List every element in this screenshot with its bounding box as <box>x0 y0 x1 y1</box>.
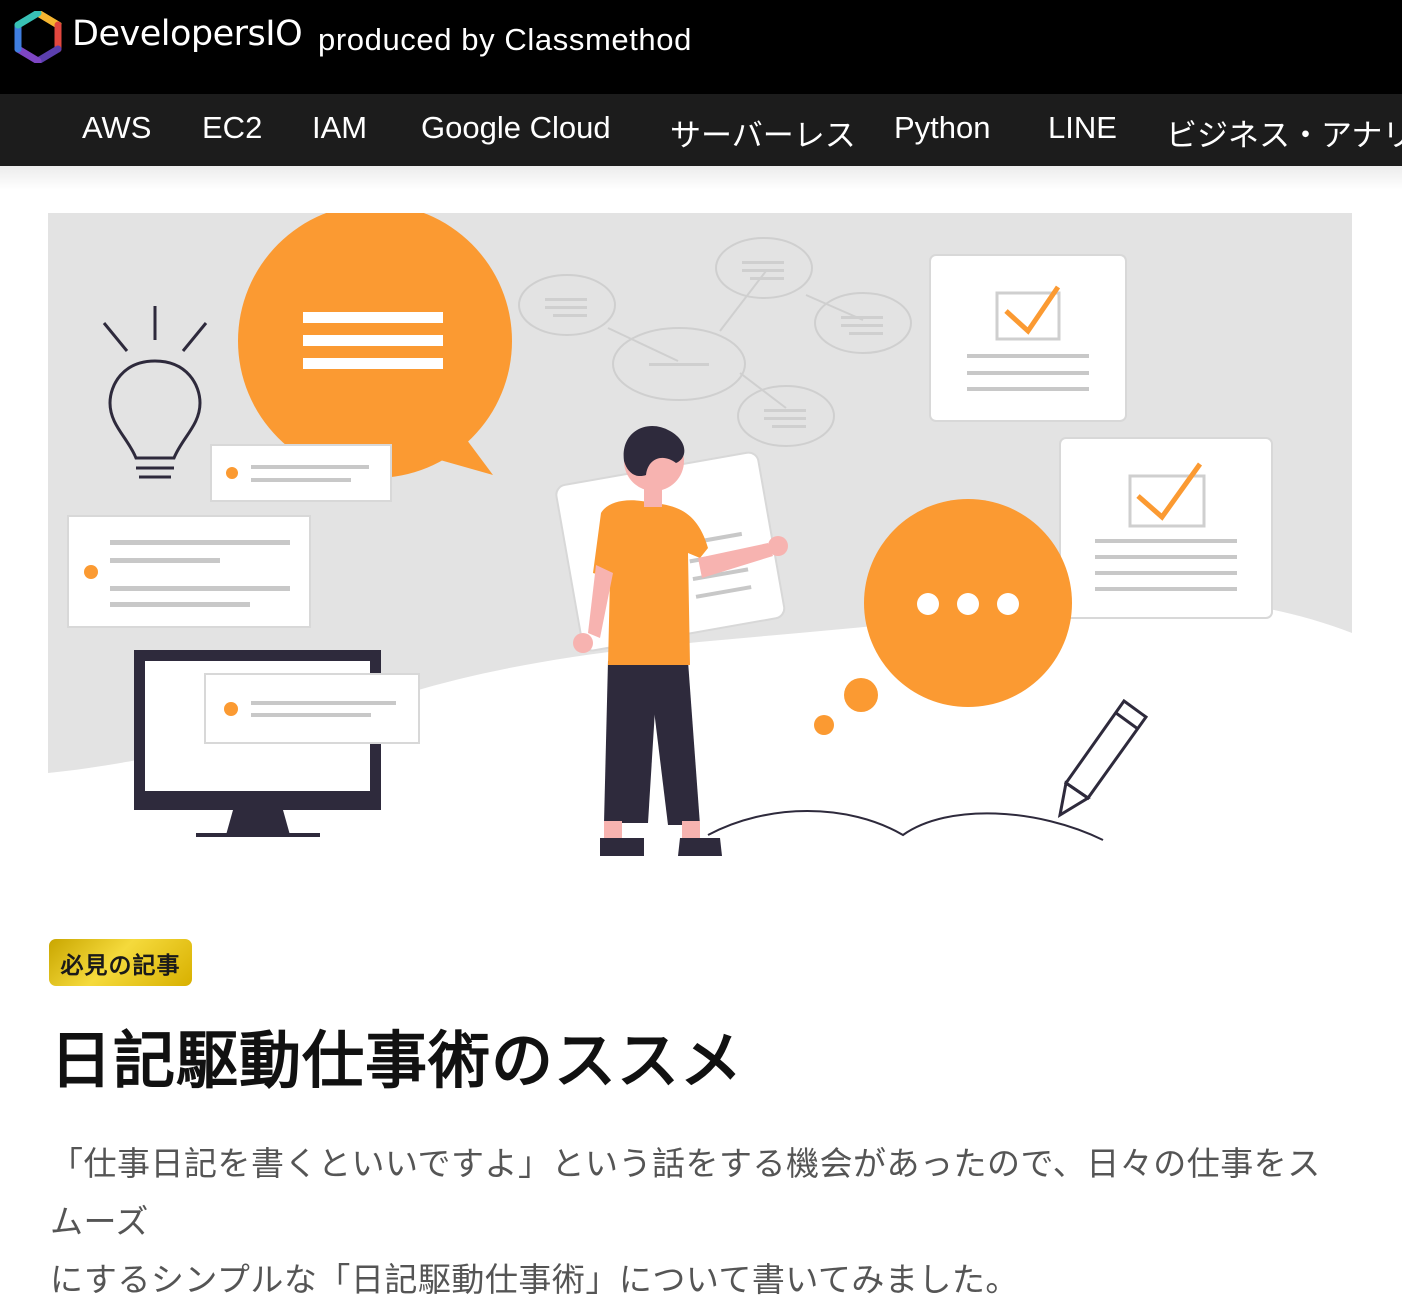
checklist-card-icon <box>929 254 1127 422</box>
site-header: DevelopersIO produced by Classmethod <box>0 0 1402 94</box>
hero-illustration <box>48 213 1352 856</box>
article-lead-line: 「仕事日記を書くといいですよ」という話をする機会があったので、日々の仕事をスムー… <box>50 1144 1321 1241</box>
header-tagline: produced by Classmethod <box>318 22 692 57</box>
checklist-card-icon <box>1059 437 1273 619</box>
nav-item-serverless[interactable]: サーバーレス <box>670 110 856 155</box>
note-card-icon <box>67 515 311 628</box>
developersio-logo-icon[interactable] <box>14 11 62 63</box>
nav-item-aws[interactable]: AWS <box>82 110 151 146</box>
nav-item-business-analytics[interactable]: ビジネス・アナリテ <box>1166 110 1402 155</box>
monitor-icon <box>134 650 420 837</box>
note-card-icon <box>210 444 392 502</box>
article-lead: 「仕事日記を書くといいですよ」という話をする機会があったので、日々の仕事をスムー… <box>50 1135 1350 1309</box>
brand-name[interactable]: DevelopersIO <box>72 14 303 54</box>
speech-bubble-icon <box>238 213 512 478</box>
category-nav: AWS EC2 IAM Google Cloud サーバーレス Python L… <box>0 94 1402 166</box>
nav-item-line[interactable]: LINE <box>1048 110 1117 146</box>
pencil-icon <box>1057 698 1149 819</box>
nav-shadow <box>0 166 1402 190</box>
article-lead-line: にするシンプルな「日記駆動仕事術」について書いてみました。 <box>50 1260 1019 1299</box>
nav-item-ec2[interactable]: EC2 <box>202 110 262 146</box>
nav-item-iam[interactable]: IAM <box>312 110 367 146</box>
must-read-badge: 必見の記事 <box>49 939 192 986</box>
person-illustration-icon <box>555 425 788 856</box>
article-title[interactable]: 日記駆動仕事術のススメ <box>50 1010 1350 1100</box>
nav-item-python[interactable]: Python <box>894 110 991 146</box>
nav-item-google-cloud[interactable]: Google Cloud <box>421 110 611 146</box>
